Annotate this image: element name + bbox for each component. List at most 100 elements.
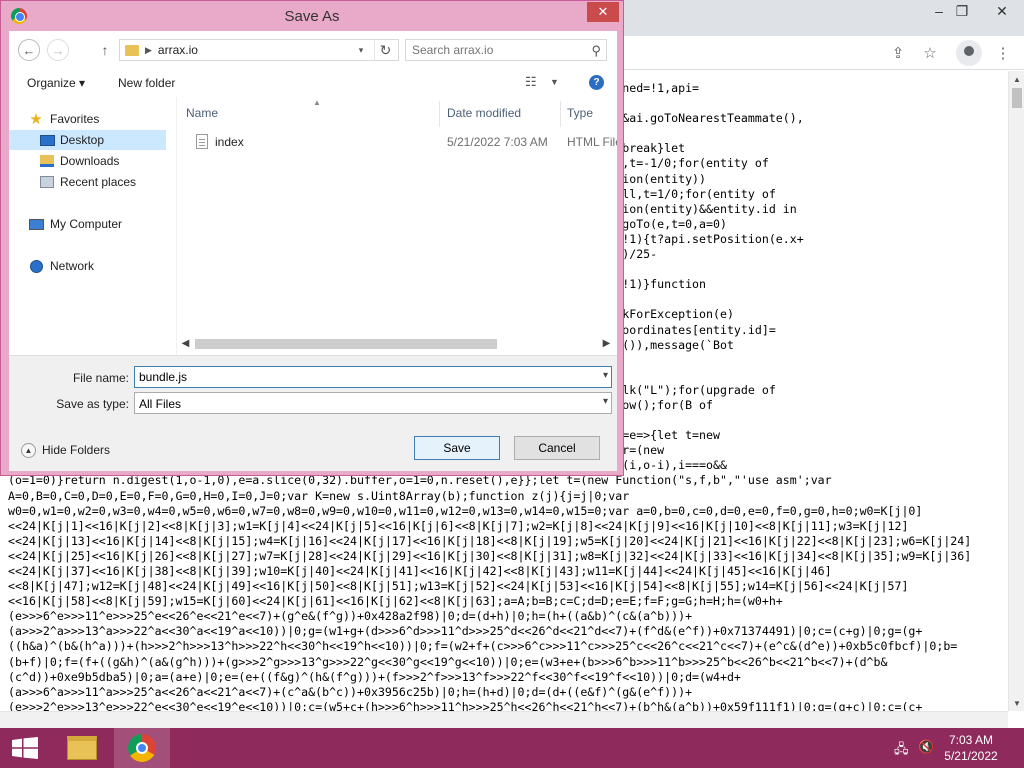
column-separator[interactable] [439, 101, 440, 127]
page-vertical-scrollbar[interactable]: ▲ ▼ [1008, 71, 1024, 711]
search-input[interactable] [412, 43, 582, 57]
browser-menu-icon[interactable]: ⋮ [990, 40, 1016, 66]
file-name-input[interactable] [139, 369, 579, 385]
new-folder-button[interactable]: New folder [118, 76, 175, 90]
clock-date[interactable]: 5/21/2022 [936, 749, 1006, 763]
file-list: ▲ Name Date modified Type index 5/21/202… [177, 97, 617, 355]
view-options-icon[interactable]: ☷ [525, 74, 537, 90]
folder-icon [125, 44, 139, 56]
save-as-type-select[interactable]: All Files ▾ [134, 392, 612, 414]
scroll-right-icon[interactable]: ▶ [598, 335, 615, 352]
file-date-modified: 5/21/2022 7:03 AM [447, 135, 548, 149]
tree-item-my-computer[interactable]: My Computer [9, 214, 166, 234]
chrome-icon [128, 734, 156, 762]
close-icon: ✕ [597, 4, 609, 19]
file-name-dropdown-icon[interactable]: ▾ [603, 370, 608, 381]
view-dropdown-icon[interactable]: ▼ [550, 77, 559, 87]
sort-arrow-icon: ▲ [313, 98, 321, 107]
tree-item-downloads[interactable]: Downloads [9, 151, 166, 171]
file-name-combobox[interactable]: ▾ [134, 366, 612, 388]
tree-label: Network [50, 259, 95, 273]
dialog-title: Save As [284, 8, 340, 25]
tree-item-recent-places[interactable]: Recent places [9, 172, 166, 192]
breadcrumb-folder[interactable]: arrax.io [158, 43, 198, 57]
save-as-type-dropdown-icon[interactable]: ▾ [603, 396, 608, 407]
tree-label: My Computer [50, 217, 123, 231]
share-icon[interactable]: ⇪ [885, 40, 911, 66]
column-header-date-modified[interactable]: Date modified [447, 106, 521, 120]
taskbar-chrome[interactable] [114, 728, 170, 768]
taskbar-file-explorer[interactable] [54, 728, 110, 768]
tree-label: Favorites [50, 112, 100, 126]
scroll-down-icon[interactable]: ▼ [1009, 695, 1024, 711]
recent-places-icon [39, 175, 55, 189]
file-name-label: File name: [72, 371, 129, 385]
hide-folders-label: Hide Folders [42, 443, 111, 457]
cancel-button-label: Cancel [538, 441, 576, 455]
back-arrow-icon: ← [22, 42, 36, 58]
scroll-left-icon[interactable]: ◀ [177, 335, 194, 352]
up-arrow-icon: ↑ [101, 42, 109, 58]
forward-button[interactable]: → [47, 39, 69, 61]
file-row[interactable]: index 5/21/2022 7:03 AM HTML File [177, 131, 617, 153]
refresh-button[interactable]: ↻ [374, 40, 396, 60]
navigation-bar: ← → ↑ ▶ arrax.io ▾ ↻ ⚲ [9, 31, 617, 69]
start-button[interactable] [0, 728, 50, 768]
taskbar: 🖧 🔇 7:03 AM 5/21/2022 [0, 728, 1024, 768]
search-box[interactable]: ⚲ [405, 39, 607, 61]
address-dropdown-icon[interactable]: ▾ [352, 40, 370, 60]
tree-item-favorites[interactable]: ★ Favorites [9, 109, 166, 129]
scroll-up-icon[interactable]: ▲ [1009, 71, 1024, 87]
hide-folders-button[interactable]: ▲ Hide Folders [21, 441, 110, 459]
organize-menu[interactable]: Organize ▾ [27, 76, 85, 90]
close-window-icon[interactable]: ✕ [985, 0, 1019, 22]
downloads-folder-icon [39, 154, 55, 168]
folder-icon [67, 736, 97, 760]
system-tray: 🖧 🔇 7:03 AM 5/21/2022 [894, 728, 1024, 768]
save-button[interactable]: Save [414, 436, 500, 460]
scrollbar-thumb[interactable] [195, 339, 497, 349]
star-icon: ★ [29, 111, 43, 128]
tree-label: Recent places [60, 175, 137, 189]
file-type: HTML File [567, 135, 617, 149]
refresh-icon: ↻ [379, 41, 392, 58]
tree-label: Downloads [60, 154, 120, 168]
html-file-icon [196, 134, 208, 149]
search-icon[interactable]: ⚲ [591, 43, 601, 59]
restore-icon[interactable]: ❐ [945, 0, 979, 22]
computer-icon [28, 217, 44, 231]
file-name: index [215, 135, 244, 149]
up-folder-button[interactable]: ↑ [97, 40, 113, 60]
dialog-titlebar[interactable]: Save As ✕ [1, 1, 623, 31]
column-header-type[interactable]: Type [567, 106, 593, 120]
dialog-body: ← → ↑ ▶ arrax.io ▾ ↻ ⚲ Organize ▾ New fo… [9, 31, 617, 471]
profile-avatar-icon[interactable] [956, 40, 982, 66]
breadcrumb-chevron-icon[interactable]: ▶ [145, 45, 152, 56]
save-as-type-label: Save as type: [56, 397, 129, 411]
page-horizontal-scrollbar[interactable] [0, 711, 1008, 728]
volume-muted-icon[interactable]: 🔇 [918, 739, 934, 755]
clock-time[interactable]: 7:03 AM [936, 733, 1006, 747]
tree-label: Desktop [60, 133, 105, 147]
navigation-pane: ★ Favorites Desktop Downloads Recent pla… [9, 97, 177, 355]
desktop-icon [39, 133, 55, 147]
command-bar: Organize ▾ New folder ☷ ▼ ? [9, 69, 617, 97]
cancel-button[interactable]: Cancel [514, 436, 600, 460]
help-icon[interactable]: ? [589, 75, 604, 90]
windows-logo-icon [12, 737, 38, 759]
column-header-name[interactable]: Name [186, 106, 218, 120]
back-button[interactable]: ← [18, 39, 40, 61]
save-button-label: Save [443, 441, 471, 455]
save-as-dialog: Save As ✕ ← → ↑ ▶ arrax.io ▾ ↻ ⚲ Organiz… [0, 0, 624, 476]
scrollbar-thumb[interactable] [1012, 88, 1022, 108]
tree-item-desktop[interactable]: Desktop [9, 130, 166, 150]
network-status-icon[interactable]: 🖧 [894, 740, 909, 762]
column-separator[interactable] [560, 101, 561, 127]
save-options-pane: File name: ▾ Save as type: All Files ▾ ▲… [9, 355, 617, 471]
dialog-close-button[interactable]: ✕ [587, 2, 619, 22]
bookmark-star-icon[interactable]: ☆ [917, 40, 943, 66]
save-as-type-value: All Files [139, 397, 182, 411]
file-list-horizontal-scrollbar[interactable]: ◀ ▶ [177, 335, 617, 352]
address-bar[interactable]: ▶ arrax.io ▾ ↻ [119, 39, 399, 61]
tree-item-network[interactable]: Network [9, 256, 166, 276]
